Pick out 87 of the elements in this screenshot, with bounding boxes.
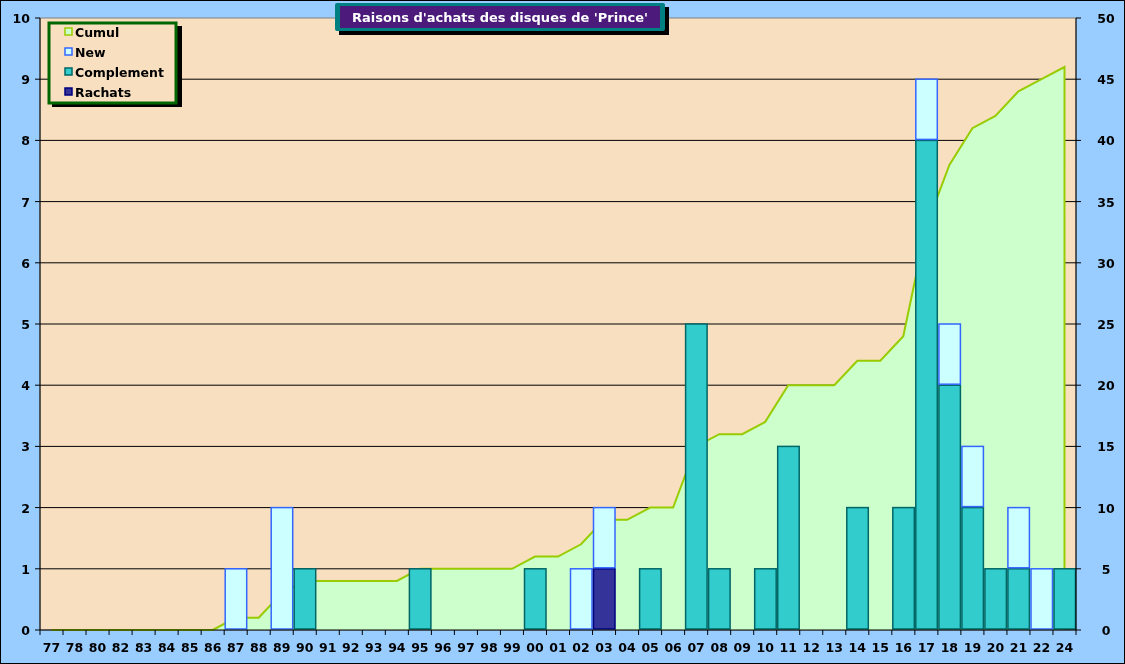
chart-title: Raisons d'achats des disques de 'Prince' (352, 10, 648, 25)
axis-label: 98 (480, 640, 498, 655)
axis-label: 06 (664, 640, 682, 655)
axis-label: 25 (1097, 317, 1115, 332)
axis-label: 96 (434, 640, 452, 655)
bar (1030, 568, 1054, 630)
axis-label: 45 (1097, 72, 1115, 88)
axis-label: 50 (1097, 11, 1115, 26)
axis-label: 14 (848, 640, 866, 655)
axis-label: 1 (21, 561, 30, 577)
axis-label: 15 (1097, 439, 1115, 455)
axis-label: 90 (296, 640, 314, 655)
axis-label: 5 (1101, 561, 1111, 577)
axis-label: 21 (1009, 640, 1028, 655)
axis-label: 12 (802, 640, 820, 655)
axis-label: 95 (411, 640, 429, 655)
axis-label: 02 (572, 640, 590, 655)
legend-label: Cumul (75, 24, 120, 40)
bar (1053, 568, 1077, 630)
legend-swatch (64, 67, 73, 76)
axis-label: 05 (641, 640, 659, 655)
axis-label: 13 (825, 640, 843, 655)
axis-label: 92 (342, 640, 360, 655)
axis-label: 3 (21, 439, 30, 455)
axis-label: 15 (871, 640, 889, 655)
axis-label: 30 (1097, 255, 1115, 271)
axis-label: 09 (733, 640, 751, 655)
axis-label: 07 (687, 640, 705, 655)
axis-label: 24 (1055, 640, 1074, 655)
axis-label: 97 (457, 640, 475, 655)
axis-label: 03 (595, 640, 613, 655)
axis-label: 4 (21, 378, 30, 394)
axis-label: 22 (1032, 640, 1051, 655)
bar (569, 568, 593, 630)
axis-label: 16 (894, 640, 913, 655)
axis-label: 0 (21, 623, 30, 638)
axis-label: 19 (963, 640, 982, 655)
axis-label: 17 (917, 640, 936, 655)
axis-label: 0 (1101, 623, 1111, 638)
bar (1007, 568, 1031, 630)
legend-swatch (64, 47, 73, 56)
axis-label: 9 (21, 72, 30, 88)
axis-label: 91 (319, 640, 337, 655)
axis-label: 82 (111, 640, 130, 655)
axis-label: 80 (88, 640, 107, 655)
axis-label: 18 (940, 640, 959, 655)
axis-label: 00 (526, 640, 544, 655)
axis-label: 35 (1097, 194, 1115, 210)
axis-label: 89 (273, 640, 291, 655)
bar (638, 568, 662, 630)
axis-label: 20 (986, 640, 1005, 655)
legend-label: Complement (75, 64, 164, 80)
axis-label: 84 (157, 640, 176, 655)
bar (1007, 506, 1031, 569)
axis-label: 94 (388, 640, 406, 655)
axis-label: 10 (1097, 500, 1115, 516)
axis-label: 7 (21, 194, 30, 210)
bar (523, 568, 547, 630)
axis-label: 2 (21, 500, 30, 516)
legend-label: Rachats (75, 84, 132, 100)
axis-label: 01 (549, 640, 567, 655)
legend-swatch (64, 87, 73, 96)
axis-label: 86 (203, 640, 222, 655)
axis-label: 11 (779, 640, 797, 655)
axis-label: 99 (503, 640, 521, 655)
axis-label: 88 (250, 640, 268, 655)
axis-label: 04 (618, 640, 636, 655)
legend-label: New (75, 44, 106, 60)
axis-label: 10 (756, 640, 774, 655)
axis-label: 87 (227, 640, 245, 655)
axis-label: 93 (365, 640, 383, 655)
axis-label: 40 (1097, 133, 1115, 149)
legend-swatch (64, 27, 73, 36)
axis-label: 20 (1097, 378, 1115, 394)
axis-label: 85 (180, 640, 199, 655)
bar (224, 568, 248, 630)
bar (408, 568, 432, 630)
axis-label: 10 (12, 11, 30, 26)
axis-label: 08 (710, 640, 728, 655)
axis-label: 78 (65, 640, 84, 655)
bar (592, 506, 616, 569)
axis-label: 5 (21, 317, 30, 332)
bar (592, 568, 616, 630)
axis-label: 8 (21, 133, 30, 149)
axis-label: 77 (42, 640, 61, 655)
axis-label: 6 (21, 255, 30, 271)
axis-label: 83 (134, 640, 153, 655)
